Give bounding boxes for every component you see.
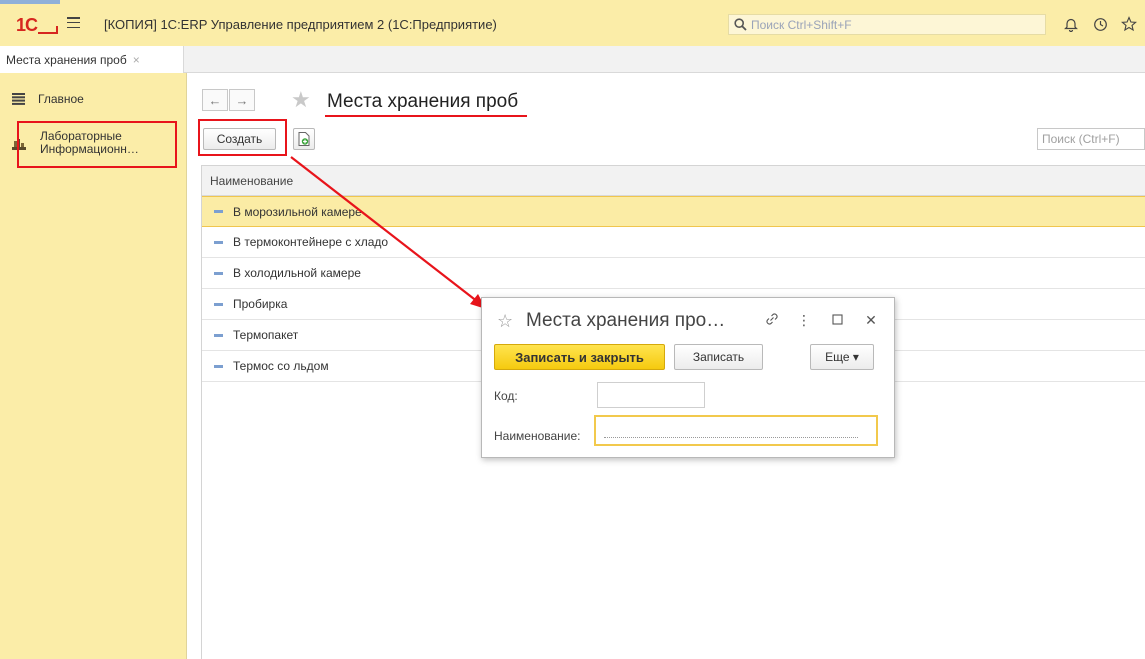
row-name: В холодильной камере [233, 266, 361, 280]
save-button[interactable]: Записать [674, 344, 763, 370]
row-name: В термоконтейнере с хладо [233, 235, 389, 249]
create-dialog: ☆ Места хранения про… ⋮ ✕ Записать и зак… [481, 297, 895, 458]
sidebar: Главное Лабораторные Информационн… [0, 73, 187, 659]
annotation-underline [325, 115, 527, 117]
row-name: В морозильной камере [233, 204, 362, 219]
title-accent-line [0, 0, 60, 4]
nav-forward-button[interactable]: → [229, 89, 255, 111]
row-name: Пробирка [233, 297, 288, 311]
tab-storage-locations[interactable]: Места хранения проб × [0, 46, 184, 73]
menu-lines-icon [12, 93, 25, 105]
code-label: Код: [494, 389, 518, 403]
row-name: Термос со льдом [233, 359, 329, 373]
favorite-star-icon[interactable]: ★ [291, 89, 311, 111]
more-vertical-icon[interactable]: ⋮ [796, 312, 812, 329]
app-title: [КОПИЯ] 1С:ERP Управление предприятием 2… [104, 17, 497, 32]
add-document-icon [298, 132, 310, 146]
table-row[interactable]: В холодильной камере [202, 258, 1145, 289]
link-icon[interactable] [764, 312, 780, 329]
global-search-input[interactable] [751, 17, 1041, 32]
arrow-right-icon: → [235, 92, 249, 108]
nav-back-button[interactable]: ← [202, 89, 228, 111]
tab-label: Места хранения проб [6, 52, 127, 67]
row-marker-icon [214, 364, 223, 368]
row-marker-icon [214, 333, 223, 337]
lab-icon [12, 139, 26, 150]
search-icon [734, 18, 747, 31]
dialog-title: Места хранения про… [526, 310, 726, 331]
close-icon[interactable]: ✕ [863, 312, 879, 329]
page-title: Места хранения проб [327, 91, 519, 112]
row-name: Термопакет [233, 328, 299, 342]
star-outline-icon[interactable]: ☆ [497, 311, 513, 332]
list-search-field[interactable] [1037, 128, 1145, 150]
name-field[interactable] [594, 415, 878, 446]
sidebar-item-label: Главное [38, 92, 84, 106]
maximize-icon[interactable] [829, 312, 845, 328]
global-search[interactable] [728, 14, 1046, 35]
code-field[interactable] [597, 382, 705, 408]
title-bar: 1С [КОПИЯ] 1С:ERP Управление предприятие… [0, 0, 1145, 46]
row-marker-icon [214, 210, 223, 213]
close-icon[interactable]: × [133, 53, 140, 67]
table-row[interactable]: В термоконтейнере с хладо [202, 227, 1145, 258]
row-marker-icon [214, 302, 223, 306]
input-dotted-line [604, 437, 858, 438]
create-button[interactable]: Создать [203, 128, 276, 150]
tab-strip: Места хранения проб × [0, 46, 1145, 73]
row-marker-icon [214, 271, 223, 275]
more-dropdown-button[interactable]: Еще ▾ [810, 344, 874, 370]
save-and-close-button[interactable]: Записать и закрыть [494, 344, 665, 370]
logo-mark [38, 26, 59, 34]
favorites-star-icon[interactable] [1120, 15, 1138, 33]
label-line-2: Информационн… [40, 142, 139, 156]
1c-logo[interactable]: 1С [16, 15, 59, 35]
create-copy-button[interactable] [293, 128, 315, 150]
row-marker-icon [214, 240, 223, 244]
sidebar-item-label: Лабораторные Информационн… [40, 130, 139, 156]
table-row[interactable]: В морозильной камере [202, 196, 1145, 227]
logo-text: 1С [16, 15, 38, 35]
arrow-left-icon: ← [208, 92, 222, 108]
name-label: Наименование: [494, 429, 581, 443]
main-menu-icon[interactable] [67, 17, 80, 29]
history-icon[interactable] [1091, 15, 1109, 33]
column-header-name[interactable]: Наименование [202, 166, 1145, 196]
bell-icon[interactable] [1062, 15, 1080, 33]
list-search-input[interactable] [1042, 132, 1142, 146]
